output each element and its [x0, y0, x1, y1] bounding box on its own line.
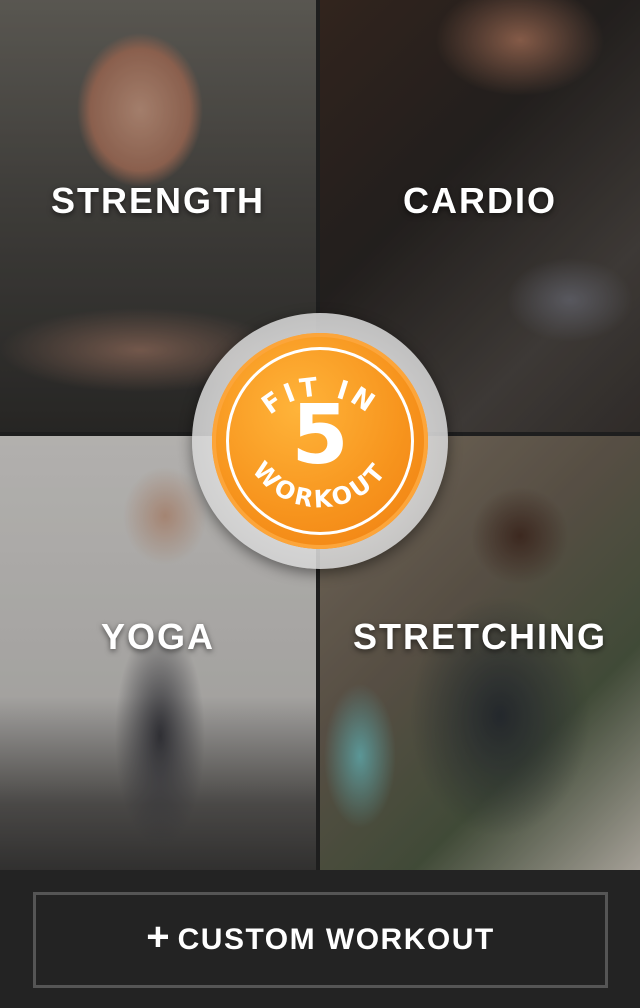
tile-label: CARDIO [403, 180, 557, 221]
tile-label: YOGA [100, 616, 215, 657]
custom-workout-label: CUSTOM WORKOUT [177, 923, 495, 956]
plus-icon: + [146, 915, 170, 959]
badge-number: 5 [291, 388, 349, 483]
tile-label: STRETCHING [353, 616, 607, 657]
custom-workout-button[interactable]: + CUSTOM WORKOUT [33, 892, 608, 988]
tile-label: STRENGTH [51, 180, 265, 221]
